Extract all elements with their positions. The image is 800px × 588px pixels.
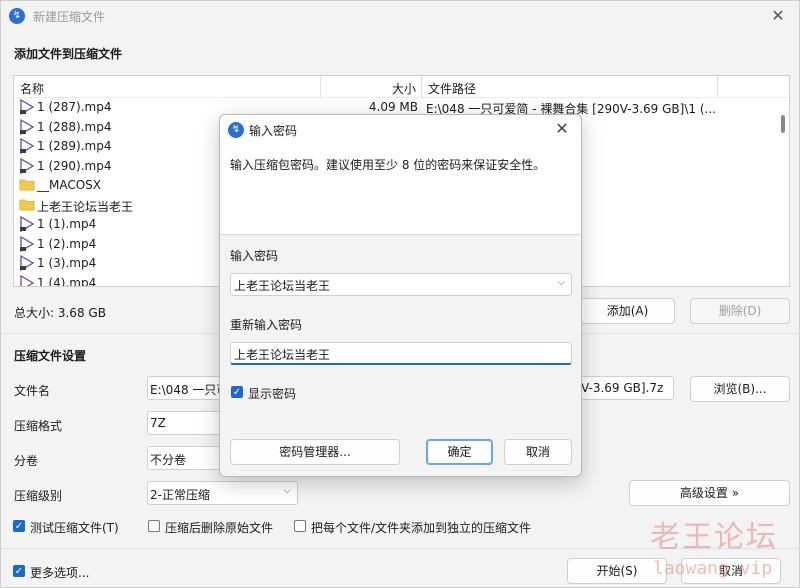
format-select[interactable]: 7Z (147, 411, 221, 435)
folder-icon (19, 197, 35, 213)
password-manager-button[interactable]: 密码管理器... (230, 439, 400, 465)
show-password-label[interactable]: 显示密码 (248, 385, 296, 402)
video-file-icon (19, 98, 35, 116)
watermark-url: laowang.vip (653, 558, 773, 579)
column-header-size[interactable]: 大小 (392, 80, 416, 97)
file-name-cell: 1 (290).mp4 (37, 158, 112, 173)
column-header-name[interactable]: 名称 (20, 80, 44, 97)
video-file-icon (19, 235, 35, 252)
split-value: 不分卷 (150, 453, 187, 467)
total-size-label: 总大小: 3.68 GB (14, 306, 106, 320)
format-label: 压缩格式 (14, 419, 63, 433)
video-file-icon (19, 274, 35, 286)
browse-button[interactable]: 浏览(B)... (690, 376, 790, 402)
format-value: 7Z (150, 416, 166, 430)
app-logo-icon: ↯ (228, 122, 244, 138)
show-password-checkbox[interactable]: ✓ (231, 386, 243, 398)
more-options-checkbox[interactable]: ✓ (13, 565, 25, 577)
separate-archives-label[interactable]: 把每个文件/文件夹添加到独立的压缩文件 (311, 519, 531, 536)
more-options-label[interactable]: 更多选项... (30, 564, 89, 581)
chevron-down-icon[interactable]: ⌵ (557, 277, 565, 288)
video-file-icon (19, 254, 35, 272)
column-header-path[interactable]: 文件路径 (428, 80, 476, 97)
file-name-cell: 1 (288).mp4 (37, 119, 112, 134)
filename-input[interactable]: E:\048 一只可 (147, 376, 221, 400)
settings-heading: 压缩文件设置 (14, 349, 87, 363)
video-file-icon (19, 215, 35, 233)
password-label: 输入密码 (230, 249, 279, 263)
dialog-cancel-button[interactable]: 取消 (504, 439, 572, 465)
column-divider[interactable] (421, 76, 422, 98)
add-button[interactable]: 添加(A) (580, 298, 675, 324)
split-select[interactable]: 不分卷 (147, 446, 221, 470)
column-divider[interactable] (717, 76, 718, 98)
test-archive-checkbox[interactable]: ✓ (13, 520, 25, 532)
app-logo-icon: ↯ (9, 8, 25, 24)
level-value: 2-正常压缩 (150, 488, 210, 502)
window-title: 新建压缩文件 (33, 10, 106, 24)
level-label: 压缩级别 (14, 489, 63, 503)
delete-after-checkbox[interactable] (148, 520, 160, 532)
confirm-password-input[interactable]: 上老王论坛当老王 (230, 342, 572, 365)
file-list-header: 名称 大小 文件路径 (14, 76, 789, 98)
filename-input-tail[interactable]: V-3.69 GB].7z (579, 376, 674, 400)
file-name-cell: 1 (2).mp4 (37, 236, 97, 251)
watermark-logo-text: 老王论坛 (650, 520, 778, 555)
title-bar: ↯ 新建压缩文件 ✕ (1, 1, 799, 31)
file-name-cell: 1 (287).mp4 (37, 100, 112, 114)
scrollbar-thumb[interactable] (781, 115, 785, 133)
folder-icon (19, 177, 35, 193)
password-value: 上老王论坛当老王 (234, 279, 331, 293)
dialog-message: 输入压缩包密码。建议使用至少 8 位的密码来保证安全性。 (230, 158, 546, 172)
column-divider[interactable] (320, 76, 321, 98)
file-name-cell: 1 (1).mp4 (37, 217, 97, 231)
delete-button[interactable]: 删除(D) (690, 298, 790, 324)
split-label: 分卷 (14, 454, 39, 468)
filename-label: 文件名 (14, 384, 51, 398)
video-file-icon (19, 157, 35, 174)
dialog-title: 输入密码 (249, 124, 298, 138)
level-select[interactable]: 2-正常压缩 ⌵ (147, 481, 298, 505)
test-archive-label[interactable]: 测试压缩文件(T) (30, 519, 119, 536)
file-list-scrollbar[interactable] (778, 98, 788, 286)
dialog-header-panel: ↯ 输入密码 ✕ 输入压缩包密码。建议使用至少 8 位的密码来保证安全性。 (220, 115, 581, 235)
file-name-cell: 上老王论坛当老王 (37, 199, 134, 214)
file-name-cell: 1 (289).mp4 (37, 139, 112, 153)
file-name-cell: 1 (3).mp4 (37, 256, 97, 270)
close-window-button[interactable]: ✕ (767, 5, 789, 27)
password-dialog: ↯ 输入密码 ✕ 输入压缩包密码。建议使用至少 8 位的密码来保证安全性。 输入… (219, 114, 582, 477)
video-file-icon (19, 118, 35, 135)
ok-button[interactable]: 确定 (426, 439, 493, 465)
file-name-cell: __MACOSX (37, 178, 102, 192)
start-button[interactable]: 开始(S) (567, 558, 667, 584)
video-file-icon (19, 137, 35, 155)
dialog-close-button[interactable]: ✕ (551, 118, 573, 140)
separate-archives-checkbox[interactable] (294, 520, 306, 532)
add-section-heading: 添加文件到压缩文件 (14, 47, 123, 61)
password-combo[interactable]: 上老王论坛当老王 ⌵ (230, 273, 572, 296)
confirm-password-label: 重新输入密码 (230, 318, 303, 332)
advanced-settings-button[interactable]: 高级设置 » (629, 480, 790, 506)
delete-after-label[interactable]: 压缩后删除原始文件 (165, 519, 273, 536)
chevron-down-icon: ⌵ (283, 485, 291, 496)
file-name-cell: 1 (4).mp4 (37, 275, 97, 287)
file-size-cell: 4.09 MB (368, 100, 418, 114)
